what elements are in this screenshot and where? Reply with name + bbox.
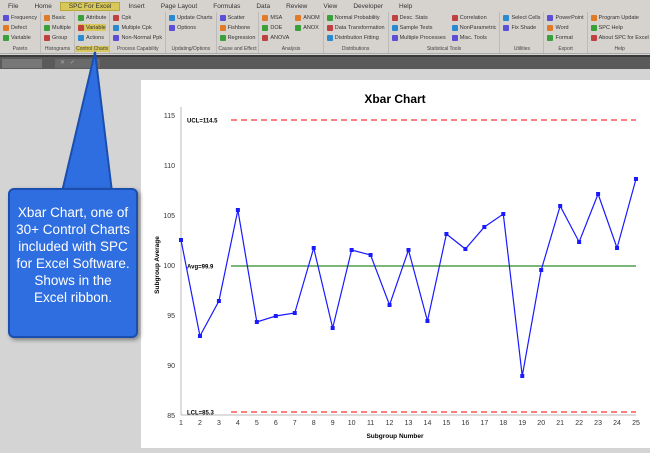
callout-note: Xbar Chart, one of 30+ Control Charts in…	[8, 188, 138, 338]
